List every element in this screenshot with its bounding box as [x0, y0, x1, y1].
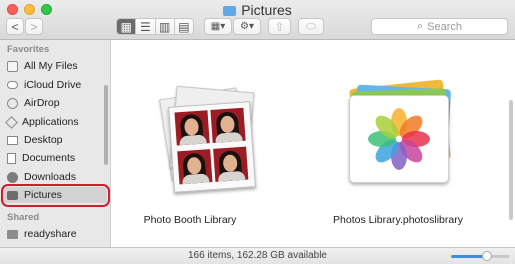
share-button[interactable]: ⇧ [268, 18, 291, 35]
action-button[interactable]: ⚙▾ [233, 18, 261, 35]
pictures-icon [7, 190, 18, 200]
file-item-label: Photo Booth Library [143, 214, 237, 226]
search-icon: ⌕ [416, 20, 424, 32]
icon-size-slider[interactable] [451, 255, 509, 258]
sidebar-item-applications[interactable]: Applications [5, 114, 103, 130]
airdrop-icon [7, 97, 18, 109]
icon-size-slider-knob[interactable] [482, 251, 492, 261]
search-placeholder: Search [427, 20, 463, 33]
status-text: 166 items, 162.28 GB available [188, 250, 327, 261]
sidebar-item-all-my-files[interactable]: All My Files [7, 58, 103, 74]
folder-icon [223, 6, 237, 16]
share-icon: ⇧ [274, 19, 285, 34]
sidebar-item-label: All My Files [24, 60, 78, 72]
arrange-icon: ▦▾ [210, 21, 226, 32]
sidebar-item-documents[interactable]: Documents [7, 150, 103, 166]
content-scrollbar[interactable] [509, 100, 513, 220]
sidebar-item-pictures[interactable]: Pictures [3, 187, 107, 203]
sidebar-item-label: Downloads [24, 171, 76, 183]
shared-section-title: Shared [7, 212, 40, 223]
back-arrow-icon: < [11, 19, 19, 34]
network-drive-icon [7, 229, 18, 239]
sidebar: Favorites All My Files iCloud Drive AirD… [0, 40, 111, 247]
sidebar-item-label: AirDrop [24, 97, 60, 109]
sidebar-item-label: Pictures [24, 189, 62, 201]
arrange-button[interactable]: ▦▾ [204, 18, 232, 35]
desktop-icon [7, 135, 18, 145]
search-field[interactable]: ⌕ Search [371, 18, 508, 35]
cloud-icon [7, 81, 18, 89]
photo-booth-library-icon [159, 85, 256, 193]
sidebar-item-label: Desktop [24, 134, 63, 146]
gear-icon: ⚙▾ [240, 21, 254, 32]
sidebar-item-label: Documents [22, 152, 76, 164]
column-view-icon[interactable]: ▥ [154, 19, 174, 34]
view-mode-control[interactable]: ▦ ☰ ▥ ▤ [116, 18, 194, 35]
forward-arrow-icon: > [30, 19, 38, 34]
cover-flow-view-icon[interactable]: ▤ [173, 19, 193, 34]
sidebar-scrollbar[interactable] [104, 85, 108, 165]
sidebar-item-downloads[interactable]: Downloads [7, 169, 103, 185]
sidebar-item-readyshare[interactable]: readyshare [7, 226, 103, 242]
sidebar-item-airdrop[interactable]: AirDrop [7, 95, 103, 111]
downloads-icon [7, 171, 18, 183]
applications-icon [5, 115, 18, 129]
documents-icon [7, 152, 16, 164]
sidebar-item-icloud-drive[interactable]: iCloud Drive [7, 77, 103, 93]
window-title-text: Pictures [241, 2, 292, 18]
sidebar-item-label: iCloud Drive [24, 79, 82, 91]
photos-library-icon [347, 79, 452, 183]
toolbar: Pictures < > ▦ ☰ ▥ ▤ ▦▾ ⚙▾ ⇧ ⬭ ⌕ Search [0, 0, 515, 40]
sidebar-item-label: Applications [22, 116, 79, 128]
finder-window: Pictures < > ▦ ☰ ▥ ▤ ▦▾ ⚙▾ ⇧ ⬭ ⌕ Search … [0, 0, 515, 264]
window-title: Pictures [0, 2, 515, 18]
all-files-icon [7, 60, 18, 72]
file-browser-area: Photo Booth Library Photos Library.photo… [111, 40, 515, 247]
tag-icon: ⬭ [305, 19, 317, 33]
forward-button[interactable]: > [25, 18, 43, 35]
sidebar-item-label: readyshare [24, 228, 77, 240]
back-button[interactable]: < [6, 18, 24, 35]
status-bar: 166 items, 162.28 GB available [0, 247, 515, 264]
sidebar-item-desktop[interactable]: Desktop [7, 132, 103, 148]
file-item-label: Photos Library.photoslibrary [333, 214, 463, 226]
list-view-icon[interactable]: ☰ [135, 19, 154, 34]
favorites-section-title: Favorites [7, 44, 50, 55]
tags-button[interactable]: ⬭ [298, 18, 324, 35]
icon-view-icon[interactable]: ▦ [117, 19, 136, 34]
